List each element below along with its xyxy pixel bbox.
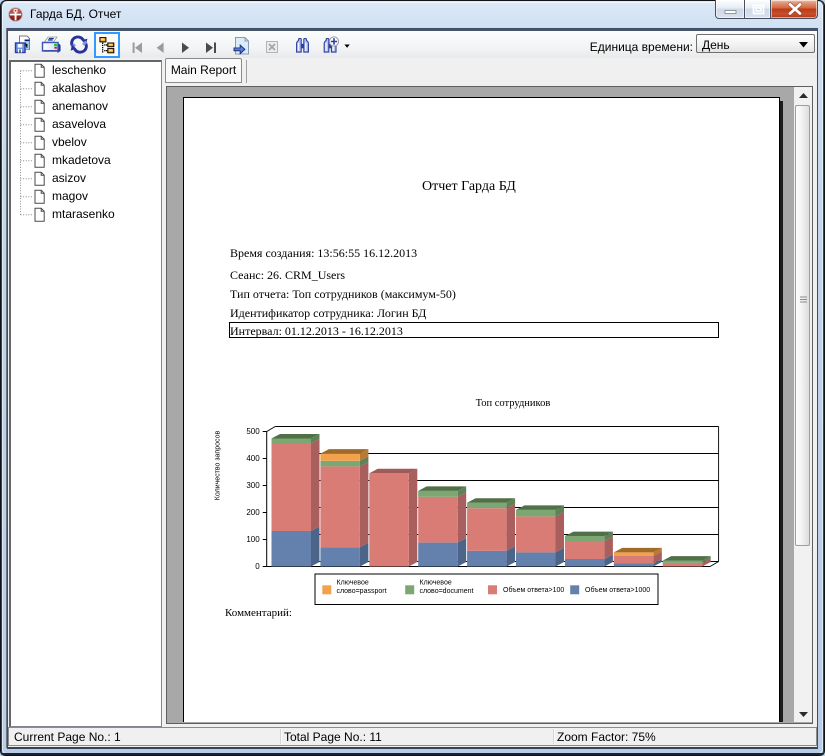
svg-text:500: 500 [246,427,260,436]
svg-text:Количество запросов: Количество запросов [215,431,222,501]
svg-text:слово=passport: слово=passport [337,588,387,595]
svg-text:слово=document: слово=document [420,588,474,595]
svg-text:Объем ответа>100: Объем ответа>100 [503,586,564,594]
svg-text:Ключевое: Ключевое [420,580,452,587]
svg-text:Объем ответа>1000: Объем ответа>1000 [585,586,650,594]
svg-text:100: 100 [246,535,260,544]
svg-text:0: 0 [255,562,260,571]
svg-text:Ключевое: Ключевое [337,580,369,587]
svg-text:400: 400 [246,454,260,463]
svg-text:200: 200 [246,508,260,517]
svg-text:300: 300 [246,481,260,490]
svg-text:Топ сотрудников: Топ сотрудников [476,398,551,409]
